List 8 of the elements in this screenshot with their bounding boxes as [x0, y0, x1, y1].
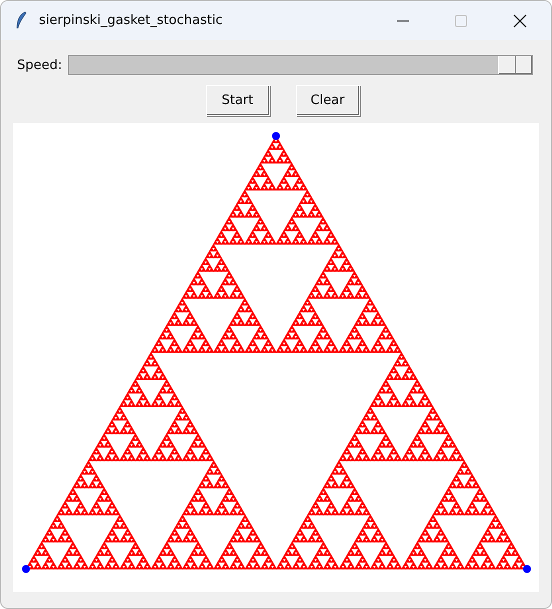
window-title: sierpinski_gasket_stochastic: [39, 13, 223, 28]
feather-icon: [15, 10, 27, 30]
start-button[interactable]: Start: [206, 85, 270, 116]
slider-thumb[interactable]: [498, 56, 532, 74]
speed-slider[interactable]: [68, 55, 533, 75]
speed-label: Speed:: [17, 58, 62, 72]
clear-button[interactable]: Clear: [296, 85, 360, 116]
close-icon[interactable]: [513, 14, 527, 28]
